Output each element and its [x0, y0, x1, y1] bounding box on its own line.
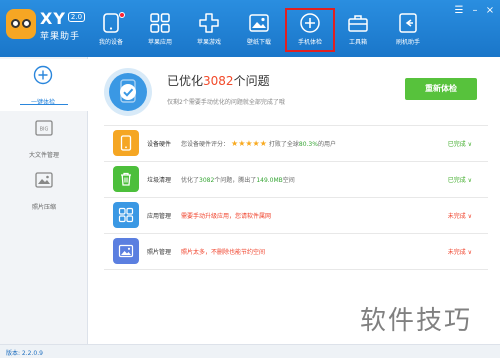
row-status[interactable]: 未完成 ∨ [448, 247, 472, 256]
checkup-row-app-manage: 应用管理 需要手动升级应用，您请软件属网 未完成 ∨ [104, 199, 488, 233]
freed-space: 149.0MB [256, 177, 283, 184]
recheck-button[interactable]: 重新体检 [405, 78, 477, 100]
row-description: 优化了3082个问题，腾出了149.0MB空间 [181, 177, 295, 184]
photo-compress-icon [35, 172, 53, 188]
close-icon[interactable]: × [485, 6, 495, 16]
app-logo-icon [6, 9, 36, 39]
divider [104, 233, 488, 234]
sidebar-item-label: 大文件管理 [28, 152, 59, 159]
hero-description: 仅剩2个需要手动优化的问题就全部完成了哦 [167, 99, 285, 106]
checkup-row-junk-clean: 垃圾清理 优化了3082个问题，腾出了149.0MB空间 已完成 ∨ [104, 163, 488, 197]
app-name: XY [40, 9, 66, 28]
row-status[interactable]: 未完成 ∨ [448, 211, 472, 220]
check-icon [120, 79, 136, 103]
hero-title: 已优化3082个问题 [167, 72, 270, 89]
checkup-icon [300, 13, 320, 33]
sidebar-item-big-file[interactable]: BIG 大文件管理 [0, 112, 88, 164]
checkup-row-photo-manage: 照片管理 照片太多，不删除也能节约空间 未完成 ∨ [104, 235, 488, 269]
divider [104, 161, 488, 162]
top-bar: XY 2.0 苹果助手 我的设备 苹果应用 苹果游戏 壁纸下载 手机体检 工具箱… [0, 0, 500, 57]
nav-label: 手机体检 [297, 39, 322, 46]
beat-percentage: 80.3% [298, 141, 318, 148]
row-description: 您设备硬件评分： ★★★★★ 打败了全球80.3%的用户 [181, 139, 336, 148]
row-title: 照片管理 [147, 249, 172, 256]
minimize-icon[interactable]: – [470, 6, 480, 16]
big-file-icon: BIG [35, 120, 53, 136]
trash-icon [113, 166, 139, 192]
nav-item-apple-games[interactable]: 苹果游戏 [184, 8, 234, 52]
nav-item-my-device[interactable]: 我的设备 [86, 8, 136, 52]
sidebar-item-label: 照片压缩 [31, 204, 56, 211]
row-title: 应用管理 [147, 213, 172, 220]
app-subtitle: 苹果助手 [40, 32, 81, 42]
divider [104, 125, 488, 126]
rating-stars: ★★★★★ [231, 139, 267, 148]
nav-label: 苹果游戏 [196, 39, 221, 46]
row-description: 照片太多，不删除也能节约空间 [181, 249, 266, 256]
plus-circle-icon [33, 65, 53, 85]
toolbox-icon [348, 15, 368, 32]
version-badge: 2.0 [67, 12, 86, 22]
optimized-count: 3082 [203, 74, 234, 88]
row-status[interactable]: 已完成 ∨ [448, 175, 472, 184]
nav-item-toolbox[interactable]: 工具箱 [333, 8, 383, 52]
photo-icon [113, 238, 139, 264]
nav-item-phone-checkup[interactable]: 手机体检 [285, 8, 335, 52]
sidebar-item-photo-compress[interactable]: 照片压缩 [0, 164, 88, 216]
skin-icon[interactable]: ☰ [454, 6, 464, 16]
row-status[interactable]: 已完成 ∨ [448, 139, 472, 148]
sidebar: 一键体检 BIG 大文件管理 照片压缩 [0, 57, 88, 344]
nav-label: 我的设备 [98, 39, 123, 46]
apps-icon [150, 13, 170, 33]
hardware-icon [113, 130, 139, 156]
row-title: 设备硬件 [147, 141, 172, 148]
version-label: 版本: 2.2.0.9 [6, 350, 43, 357]
row-description: 需要手动升级应用，您请软件属网 [181, 213, 272, 220]
hero-title-suffix: 个问题 [233, 74, 270, 88]
app-brand: XY 2.0 苹果助手 [40, 9, 86, 42]
svg-text:BIG: BIG [40, 127, 49, 133]
status-bar: 版本: 2.2.0.9 [0, 344, 500, 358]
divider [104, 197, 488, 198]
nav-label: 壁纸下载 [246, 39, 271, 46]
nav-item-flash-helper[interactable]: 刷机助手 [383, 8, 433, 52]
checkup-row-hardware: 设备硬件 您设备硬件评分： ★★★★★ 打败了全球80.3%的用户 已完成 ∨ [104, 127, 488, 161]
watermark: 软件技巧 [360, 306, 473, 336]
nav-item-apple-apps[interactable]: 苹果应用 [135, 8, 185, 52]
checkup-result-badge [104, 68, 152, 116]
divider [104, 269, 488, 270]
notification-dot [119, 12, 125, 18]
wallpaper-icon [249, 14, 269, 32]
game-icon [199, 13, 219, 33]
row-title: 垃圾清理 [147, 177, 172, 184]
flash-icon [399, 13, 417, 33]
hero-title-prefix: 已优化 [167, 74, 204, 88]
nav-label: 苹果应用 [147, 39, 172, 46]
nav-label: 工具箱 [348, 39, 367, 46]
sidebar-item-one-click-checkup[interactable]: 一键体检 [0, 59, 88, 111]
app-grid-icon [113, 202, 139, 228]
nav-item-wallpaper[interactable]: 壁纸下载 [234, 8, 284, 52]
fixed-count: 3082 [199, 177, 215, 184]
nav-label: 刷机助手 [395, 39, 420, 46]
